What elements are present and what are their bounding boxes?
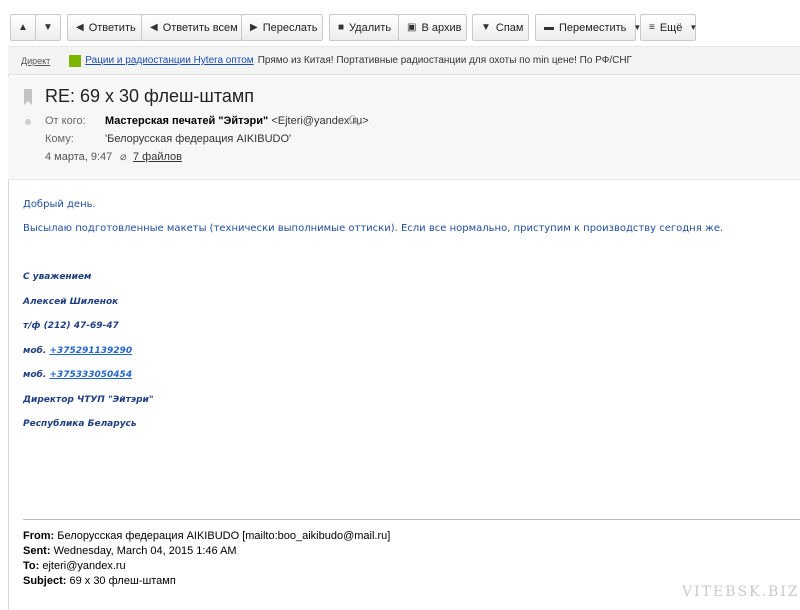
more-label: Ещё (659, 21, 683, 34)
reply-all-button[interactable]: ◀ Ответить всем (141, 14, 242, 41)
move-dropdown-button[interactable]: ▬ Переместить ▼ (535, 14, 641, 41)
arrow-up-icon: ▲ (18, 22, 28, 33)
trash-icon: ■ (338, 22, 345, 33)
chevron-down-icon: ▼ (689, 23, 698, 32)
paperclip-icon: ⌀ (120, 151, 127, 163)
ad-banner: Директ Рации и радиостанции Hytera оптом… (8, 47, 800, 75)
mobile-1-link[interactable]: +375291139290 (49, 346, 132, 356)
fwd-sent-label: Sent: (23, 545, 51, 557)
ad-logo-icon (69, 54, 82, 67)
fwd-subject-value: 69 x 30 флеш-штамп (69, 575, 176, 587)
direct-ad-link[interactable]: Директ (21, 56, 50, 66)
fwd-to-label: To: (23, 560, 40, 572)
reply-arrow-icon: ◀ (76, 22, 84, 33)
signature-name: Алексей Шиленок (23, 297, 119, 307)
message-subject: RE: 69 x 30 флеш-штамп (45, 86, 255, 106)
ad-title-link[interactable]: Рации и радиостанции Hytera оптом (85, 55, 253, 66)
archive-box-icon: ▣ (407, 22, 417, 33)
reply-button[interactable]: ◀ Ответить (67, 14, 142, 41)
quote-divider (23, 519, 800, 520)
message-date: 4 марта, 9:47 (45, 151, 113, 163)
forwarded-to: To: ejteri@yandex.ru (23, 560, 126, 572)
more-dropdown-button[interactable]: ≡ Ещё ▼ (640, 14, 698, 41)
sender-name: Мастерская печатей "Эйтэри" (105, 115, 269, 127)
signature-mobile-1: моб. +375291139290 (23, 346, 132, 356)
body-paragraph: Высылаю подготовленные макеты (техническ… (23, 223, 724, 234)
forward-label: Переслать (262, 21, 318, 34)
mobile-2-link[interactable]: +375333050454 (49, 370, 132, 380)
move-label: Переместить (559, 21, 627, 34)
ad-description: Прямо из Китая! Портативные радиостанции… (257, 55, 632, 66)
recipient[interactable]: 'Белорусская федерация AIKIBUDO' (105, 133, 291, 145)
attachments-link[interactable]: 7 файлов (133, 151, 182, 163)
menu-lines-icon: ≡ (649, 22, 655, 33)
forwarded-from: From: Белорусская федерация AIKIBUDO [ma… (23, 530, 390, 542)
fwd-sent-value: Wednesday, March 04, 2015 1:46 AM (53, 545, 237, 557)
forward-button[interactable]: ▶ Переслать (241, 14, 323, 41)
fwd-to-value: ejteri@yandex.ru (42, 560, 126, 572)
signature-position: Директор ЧТУП "Эйтэри" (23, 395, 154, 405)
arrow-down-icon: ▼ (43, 22, 53, 33)
reply-all-icon: ◀ (150, 22, 158, 33)
mobile-label: моб. (23, 346, 47, 356)
previous-message-button[interactable]: ▲ (10, 14, 36, 41)
sender[interactable]: Мастерская печатей "Эйтэри" <Ejteri@yand… (105, 115, 369, 127)
from-label: От кого: (45, 115, 86, 127)
watermark: VITEBSK.BIZ (682, 584, 800, 600)
message-toolbar: ▲ ▼ ◀ Ответить ◀ Ответить всем ▶ Пересла… (0, 0, 800, 46)
flag-icon[interactable] (24, 89, 32, 105)
spam-button[interactable]: ▼ Спам (472, 14, 529, 41)
delete-label: Удалить (349, 21, 392, 34)
search-icon[interactable]: 🔍︎ (348, 116, 361, 127)
spam-label: Спам (495, 21, 524, 34)
archive-label: В архив (421, 21, 462, 34)
signature-regards: С уважением (23, 272, 92, 282)
reply-all-label: Ответить всем (162, 21, 238, 34)
fwd-from-label: From: (23, 530, 55, 542)
next-message-button[interactable]: ▼ (35, 14, 61, 41)
folder-icon: ▬ (544, 22, 554, 33)
forward-arrow-icon: ▶ (250, 22, 258, 33)
greeting-text: Добрый день. (23, 199, 96, 210)
read-status-dot-icon[interactable] (25, 119, 31, 125)
delete-button[interactable]: ■ Удалить (329, 14, 399, 41)
reply-label: Ответить (88, 21, 136, 34)
fwd-subject-label: Subject: (23, 575, 67, 587)
signature-phone: т/ф (212) 47-69-47 (23, 321, 119, 331)
forwarded-subject: Subject: 69 x 30 флеш-штамп (23, 575, 176, 587)
fwd-from-value: Белорусская федерация AIKIBUDO [mailto:b… (57, 530, 391, 542)
signature-mobile-2: моб. +375333050454 (23, 370, 132, 380)
message-header: RE: 69 x 30 флеш-штамп От кого: Мастерск… (8, 76, 800, 180)
signature-country: Республика Беларусь (23, 419, 137, 429)
forwarded-sent: Sent: Wednesday, March 04, 2015 1:46 AM (23, 545, 237, 557)
to-label: Кому: (45, 133, 74, 145)
archive-button[interactable]: ▣ В архив (398, 14, 467, 41)
mobile-label: моб. (23, 370, 47, 380)
thumbs-down-icon: ▼ (481, 22, 491, 33)
